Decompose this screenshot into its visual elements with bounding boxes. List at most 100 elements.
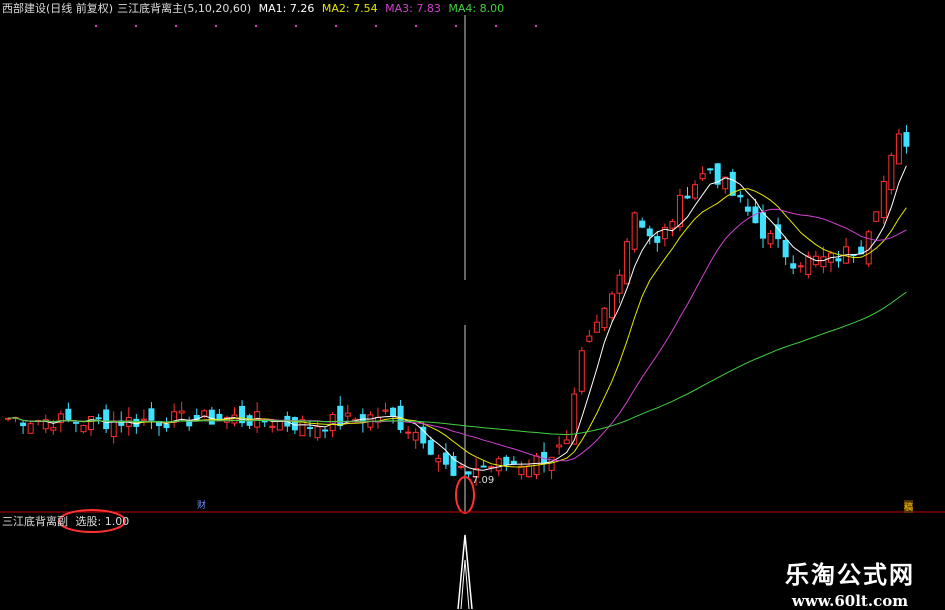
candle-body <box>27 423 34 434</box>
candle-body <box>458 465 464 468</box>
candle-body <box>148 408 155 421</box>
candle-body <box>782 239 789 258</box>
candle-body <box>480 465 487 468</box>
candle-body <box>692 184 699 199</box>
select-label: 选股: <box>75 515 102 528</box>
candle-body <box>178 410 185 414</box>
candle-body <box>805 255 812 275</box>
candle-body <box>525 465 532 478</box>
candle-body <box>880 181 887 219</box>
candle-body <box>646 228 653 237</box>
candle-body <box>895 133 902 165</box>
candle-body <box>307 427 313 430</box>
candle-body <box>744 206 751 212</box>
top-marker <box>495 25 497 27</box>
candle-body <box>593 321 600 333</box>
candle-body <box>163 423 170 429</box>
select-value: 1.00 <box>104 515 130 528</box>
candle-body <box>65 408 72 420</box>
watermark: 乐淘公式网 www.60lt.com <box>785 555 915 610</box>
candle-body <box>563 439 570 445</box>
candle-body <box>337 405 344 427</box>
candle-body <box>276 421 283 431</box>
candle-body <box>873 211 880 222</box>
chart-window[interactable]: 西部建设(日线 前复权) 三江底背离主(5,10,20,60) MA1: 7.26… <box>0 0 945 610</box>
ma4-label: MA4: 8.00 <box>448 2 505 15</box>
top-marker <box>375 25 377 27</box>
indicator-params: (5,10,20,60) <box>183 2 252 15</box>
ma3-label: MA3: 7.83 <box>385 2 441 15</box>
candle-body <box>269 425 276 428</box>
candle-body <box>465 471 472 475</box>
candle-body <box>442 452 449 465</box>
candle-body <box>382 409 389 412</box>
candle-body <box>329 413 336 432</box>
candle-body <box>503 456 510 466</box>
candle-body <box>767 232 774 245</box>
candle-body <box>216 413 223 421</box>
candle-body <box>888 154 895 191</box>
candle-body <box>20 422 27 427</box>
candle-body <box>760 212 766 239</box>
candle-body <box>291 417 298 431</box>
candlestick-chart[interactable] <box>0 0 945 609</box>
top-marker <box>415 25 417 27</box>
candle-body <box>103 409 110 430</box>
candle-body <box>571 393 578 445</box>
candle-body <box>609 293 615 319</box>
candle-body <box>435 457 442 463</box>
candle-body <box>903 132 910 147</box>
candle-body <box>820 256 827 268</box>
candle-body <box>737 194 744 198</box>
candle-body <box>654 236 661 243</box>
chart-header: 西部建设(日线 前复权) 三江底背离主(5,10,20,60) MA1: 7.26… <box>2 2 508 16</box>
low-price-label: 7.09 <box>472 475 495 486</box>
ma1-label: MA1: 7.26 <box>258 2 315 15</box>
financial-report-mark[interactable]: 财 <box>197 498 206 511</box>
ma3-line <box>7 208 907 462</box>
candle-body <box>110 420 117 438</box>
stock-title: 西部建设(日线 前复权) <box>2 2 114 15</box>
watermark-name: 乐淘公式网 <box>785 560 915 589</box>
candle-body <box>95 417 102 420</box>
candle-body <box>322 429 329 432</box>
candle-body <box>835 258 842 262</box>
top-marker <box>175 25 177 27</box>
candle-body <box>314 426 321 439</box>
candle-body <box>412 431 419 441</box>
candle-body <box>50 427 57 431</box>
candle-body <box>631 212 638 250</box>
candle-body <box>684 195 691 199</box>
ma2-label: MA2: 7.54 <box>321 2 378 15</box>
candle-body <box>790 263 797 269</box>
candle-body <box>699 173 706 180</box>
candle-body <box>510 460 517 465</box>
top-marker <box>295 25 297 27</box>
candle-body <box>616 274 623 294</box>
candle-body <box>427 440 434 455</box>
candle-body <box>390 407 397 417</box>
candle-body <box>624 241 631 285</box>
candle-body <box>72 421 79 424</box>
candle-body <box>639 220 646 228</box>
indicator-name: 三江底背离主 <box>117 2 184 15</box>
top-marker <box>135 25 137 27</box>
candle-body <box>344 412 351 417</box>
sub-panel-header: 三江底背离副 选股: 1.00 <box>2 515 129 529</box>
financial-report-mark-2[interactable]: 稿 <box>904 500 914 513</box>
candle-body <box>88 416 95 431</box>
top-marker <box>455 25 457 27</box>
top-marker <box>95 25 97 27</box>
ma4-line <box>7 291 907 436</box>
candle-body <box>556 444 563 448</box>
candle-body <box>797 265 804 268</box>
candle-body <box>140 418 147 421</box>
top-marker <box>215 25 217 27</box>
candle-body <box>586 335 593 342</box>
top-marker <box>255 25 257 27</box>
candle-body <box>707 168 714 171</box>
top-marker <box>535 25 537 27</box>
signal-spike <box>457 534 473 609</box>
candle-body <box>405 431 412 434</box>
candle-body <box>578 350 585 392</box>
